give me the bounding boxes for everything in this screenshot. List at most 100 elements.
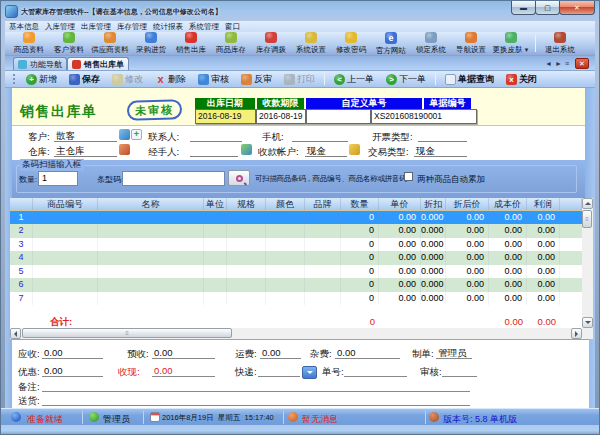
table-row-7[interactable]: 700.000.0000.000.000.00 — [10, 292, 582, 305]
col-header-5[interactable]: 颜色 — [266, 198, 305, 210]
exit-button[interactable]: 退出系统 — [540, 32, 580, 55]
tab-close-button[interactable]: ✕ — [575, 58, 589, 69]
delete-button[interactable]: x删除 — [149, 73, 192, 86]
cash-field[interactable]: 0.00 — [152, 365, 215, 377]
misc-field[interactable]: 0.00 — [335, 347, 400, 359]
col-header-2[interactable]: 名称 — [98, 198, 204, 210]
tab-navigation[interactable]: 功能导航 — [13, 57, 67, 70]
col-header-4[interactable]: 规格 — [227, 198, 266, 210]
tab-scroll-right-icon[interactable]: ► — [555, 59, 562, 68]
col-header-12[interactable]: 利润 — [527, 198, 560, 210]
menu-item-3[interactable]: 出库管理 — [81, 22, 111, 32]
barcode-search-button[interactable] — [228, 170, 250, 186]
warehouse-field[interactable]: 主仓库 — [54, 145, 117, 157]
minimize-button[interactable]: ▬ — [511, 1, 536, 15]
freight-field[interactable]: 0.00 — [260, 347, 301, 359]
tracking-field[interactable] — [344, 365, 407, 377]
handler-field[interactable] — [190, 145, 238, 157]
website-button[interactable]: e官方网站 — [371, 32, 411, 55]
purchase-button[interactable]: 采购进货 — [131, 32, 171, 55]
delivery-field[interactable] — [42, 394, 470, 406]
outbound-date-field[interactable]: 2016-08-19 — [195, 109, 256, 124]
col-header-1[interactable]: 商品编号 — [33, 198, 98, 210]
menu-item-2[interactable]: 入库管理 — [45, 22, 75, 32]
horizontal-scrollbar[interactable] — [10, 328, 593, 339]
remark-field[interactable] — [42, 380, 470, 392]
lock-button[interactable]: 锁定系统 — [411, 32, 451, 55]
payment-deadline-field[interactable]: 2016-08-19 — [256, 109, 306, 124]
qty-input[interactable]: 1 — [38, 171, 78, 186]
col-header-11[interactable]: 成本价 — [489, 198, 527, 210]
discount-field[interactable]: 0.00 — [42, 365, 103, 377]
goods-button[interactable]: 商品资料 — [9, 32, 49, 55]
receivable-field[interactable]: 0.00 — [42, 347, 103, 359]
auto-add-checkbox[interactable] — [404, 172, 413, 181]
maximize-button[interactable]: ▢ — [535, 1, 560, 15]
navigation-settings-button[interactable]: 导航设置 — [451, 32, 491, 55]
next-order-button[interactable]: >下一单 — [380, 73, 432, 86]
password-button[interactable]: 修改密码 — [331, 32, 371, 55]
order-number-field[interactable]: XS201608190001 — [371, 109, 477, 124]
unaudit-button[interactable]: 反审 — [235, 73, 278, 86]
table-row-5[interactable]: 500.000.0000.000.000.00 — [10, 265, 582, 278]
edit-button[interactable]: 修改 — [106, 73, 149, 86]
handler-lookup-icon[interactable] — [241, 144, 252, 155]
menu-item-4[interactable]: 库存管理 — [117, 22, 147, 32]
customer-lookup-icon[interactable] — [119, 129, 130, 140]
tab-scroll-left-icon[interactable]: ◄ — [545, 59, 552, 68]
print-button[interactable]: 打印 — [278, 73, 321, 86]
col-header-3[interactable]: 单位 — [204, 198, 227, 210]
contact-field[interactable] — [190, 130, 242, 142]
scroll-left-icon[interactable] — [10, 328, 21, 339]
table-row-6[interactable]: 600.000.0000.000.000.00 — [10, 278, 582, 291]
tab-list-icon[interactable]: ≡ — [565, 59, 569, 68]
scroll-up-icon[interactable] — [582, 198, 593, 209]
sales-outbound-button[interactable]: 销售出库 — [171, 32, 211, 55]
close-doc-button[interactable]: x关闭 — [500, 73, 543, 86]
table-row-1[interactable]: 100.000.0000.000.000.00 — [10, 211, 582, 224]
account-field[interactable]: 现金 — [305, 145, 347, 157]
express-field[interactable] — [258, 365, 300, 377]
menu-item-5[interactable]: 统计报表 — [153, 22, 183, 32]
add-button[interactable]: +新增 — [20, 73, 63, 86]
col-header-rowno[interactable] — [10, 198, 33, 210]
scroll-down-icon[interactable] — [582, 317, 593, 328]
close-button[interactable]: ✕ — [559, 1, 595, 15]
custom-number-field[interactable] — [306, 109, 371, 124]
table-row-2[interactable]: 200.000.0000.000.000.00 — [10, 224, 582, 237]
barcode-input[interactable] — [122, 171, 225, 186]
menu-item-1[interactable]: 基本信息 — [9, 22, 39, 32]
col-header-9[interactable]: 折扣 — [421, 198, 446, 210]
save-button[interactable]: 保存 — [63, 73, 106, 86]
prev-order-button[interactable]: <上一单 — [328, 73, 380, 86]
menu-item-6[interactable]: 系统管理 — [189, 22, 219, 32]
skin-button[interactable]: 更换皮肤▼ — [491, 32, 531, 55]
customer-field[interactable]: 散客 — [54, 130, 117, 142]
audit-button[interactable]: 审核 — [192, 73, 235, 86]
phone-field[interactable] — [292, 130, 348, 142]
hscroll-thumb[interactable] — [22, 328, 232, 338]
add-customer-icon[interactable]: + — [131, 129, 142, 140]
transfer-button[interactable]: 库存调拨 — [251, 32, 291, 55]
account-lookup-icon[interactable] — [349, 144, 360, 155]
menu-item-7[interactable]: 窗口 — [225, 22, 240, 32]
col-header-6[interactable]: 品牌 — [305, 198, 341, 210]
suppliers-button[interactable]: 供应商资料 — [89, 32, 131, 55]
express-dropdown-button[interactable] — [302, 366, 317, 379]
col-header-7[interactable]: 数量 — [341, 198, 379, 210]
table-row-3[interactable]: 300.000.0000.000.000.00 — [10, 238, 582, 251]
col-header-8[interactable]: 单价 — [379, 198, 421, 210]
prepaid-field[interactable]: 0.00 — [152, 347, 215, 359]
stock-button[interactable]: 商品库存 — [211, 32, 251, 55]
table-row-4[interactable]: 400.000.0000.000.000.00 — [10, 251, 582, 264]
invoice-type-field[interactable] — [418, 130, 467, 142]
order-search-button[interactable]: 单据查询 — [439, 73, 500, 86]
vertical-scrollbar[interactable] — [582, 198, 593, 328]
trade-type-field[interactable]: 现金 — [414, 145, 467, 157]
col-header-10[interactable]: 折后价 — [446, 198, 489, 210]
settings-button[interactable]: 系统设置 — [291, 32, 331, 55]
vscroll-thumb[interactable] — [582, 210, 592, 228]
tab-sales-order[interactable]: 销售出库单 — [67, 57, 129, 70]
customers-button[interactable]: 客户资料 — [49, 32, 89, 55]
scroll-right-icon[interactable] — [571, 328, 582, 339]
